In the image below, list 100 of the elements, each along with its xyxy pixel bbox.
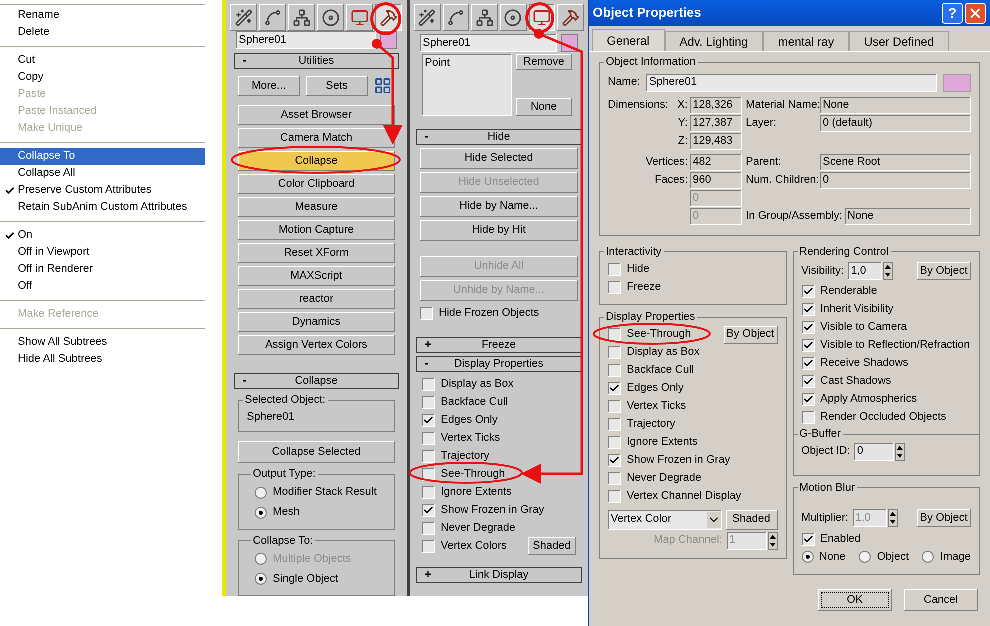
utility-button[interactable]: Assign Vertex Colors — [238, 335, 395, 355]
checkbox[interactable] — [608, 346, 621, 359]
checkbox[interactable] — [422, 468, 435, 480]
checkbox[interactable] — [422, 522, 435, 534]
rollout-header[interactable]: - Utilities — [234, 53, 399, 69]
checkbox[interactable] — [420, 306, 433, 320]
checkbox[interactable] — [608, 400, 621, 413]
help-button[interactable]: ? — [942, 2, 963, 24]
dialog-tab[interactable]: mental ray — [763, 31, 850, 51]
spinner-arrows-icon[interactable] — [883, 262, 894, 280]
dialog-tab[interactable]: General — [592, 29, 665, 51]
menu-item[interactable]: On — [0, 227, 205, 244]
checkbox[interactable] — [422, 450, 435, 462]
menu-item[interactable]: Collapse To — [0, 148, 205, 165]
spinner-field[interactable]: 0 — [854, 442, 894, 460]
menu-item[interactable]: Preserve Custom Attributes — [0, 182, 205, 199]
spinner-arrows-icon[interactable] — [888, 509, 898, 527]
color-swatch[interactable] — [943, 74, 971, 92]
checkbox[interactable] — [608, 472, 621, 485]
radio-button[interactable] — [255, 506, 267, 518]
checkbox[interactable] — [608, 280, 621, 294]
checkbox[interactable] — [422, 414, 435, 426]
menu-item[interactable]: Delete — [0, 24, 205, 41]
hide-button[interactable]: Hide Selected — [420, 148, 578, 169]
checkbox[interactable] — [422, 396, 435, 408]
checkbox[interactable] — [422, 378, 435, 390]
radio-button[interactable] — [802, 551, 814, 563]
shaded-button[interactable]: Shaded — [726, 510, 778, 530]
sets-button[interactable]: Sets — [306, 76, 368, 96]
utility-button[interactable]: Motion Capture — [238, 220, 395, 240]
none-button[interactable]: None — [516, 98, 572, 116]
menu-item[interactable]: Rename — [0, 7, 205, 24]
checkbox[interactable] — [608, 382, 621, 395]
list-box[interactable]: Point — [422, 54, 512, 116]
object-name-field[interactable]: Sphere01 — [236, 31, 376, 49]
rollout-header[interactable]: - Display Properties — [416, 356, 582, 372]
rollout-toggle[interactable]: - — [243, 372, 247, 390]
menu-item[interactable]: Retain SubAnim Custom Attributes — [0, 199, 205, 216]
checkbox[interactable] — [608, 418, 621, 431]
radio-button[interactable] — [859, 551, 872, 563]
checkbox[interactable] — [608, 364, 621, 377]
shaded-button[interactable]: Shaded — [528, 537, 576, 555]
vertex-color-dropdown[interactable]: Vertex Color — [608, 510, 722, 530]
menu-item[interactable]: Show All Subtrees — [0, 334, 205, 351]
utility-button[interactable]: MAXScript — [238, 266, 395, 286]
radio-button[interactable] — [255, 486, 267, 498]
hide-button[interactable]: Hide by Name... — [420, 196, 578, 217]
rollout-toggle[interactable]: - — [425, 128, 429, 146]
menu-item[interactable]: Hide All Subtrees — [0, 351, 205, 368]
checkbox[interactable] — [802, 410, 814, 424]
utility-button[interactable]: Measure — [238, 197, 395, 217]
more-button[interactable]: More... — [238, 76, 300, 96]
rollout-toggle[interactable]: - — [243, 52, 247, 70]
spinner-arrows-icon[interactable] — [768, 532, 778, 550]
menu-item[interactable]: Collapse All — [0, 165, 205, 182]
checkbox[interactable] — [608, 436, 621, 449]
rollout-toggle[interactable]: + — [425, 336, 432, 354]
utility-button[interactable]: Reset XForm — [238, 243, 395, 263]
hide-button[interactable]: Hide by Hit — [420, 220, 578, 241]
checkbox[interactable] — [608, 490, 621, 503]
rollout-header[interactable]: + Link Display — [416, 567, 582, 583]
utility-button[interactable]: Collapse — [238, 151, 395, 171]
dialog-tab[interactable]: Adv. Lighting — [664, 31, 764, 51]
spinner-field[interactable]: 1,0 — [848, 262, 882, 280]
checkbox[interactable] — [422, 540, 435, 552]
checkbox[interactable] — [422, 504, 435, 516]
ok-button[interactable]: OK — [818, 589, 892, 611]
checkbox[interactable] — [608, 262, 621, 276]
spinner-arrows-icon[interactable] — [895, 442, 906, 460]
by-object-button[interactable]: By Object — [917, 509, 971, 527]
checkbox[interactable] — [802, 302, 814, 316]
collapse-selected-button[interactable]: Collapse Selected — [238, 441, 395, 463]
checkbox[interactable] — [608, 328, 621, 341]
utility-button[interactable]: Camera Match — [238, 128, 395, 148]
close-button[interactable] — [965, 2, 986, 24]
remove-button[interactable]: Remove — [516, 54, 572, 70]
utility-button[interactable]: Dynamics — [238, 312, 395, 332]
by-object-button[interactable]: By Object — [724, 326, 778, 344]
rollout-toggle[interactable]: - — [425, 356, 429, 372]
menu-item[interactable]: Cut — [0, 52, 205, 69]
checkbox[interactable] — [802, 356, 814, 370]
checkbox[interactable] — [802, 320, 814, 334]
dialog-tab[interactable]: User Defined — [849, 31, 950, 51]
checkbox[interactable] — [422, 432, 435, 444]
menu-item[interactable]: Off — [0, 278, 205, 295]
menu-item[interactable]: Off in Renderer — [0, 261, 205, 278]
list-item[interactable]: Point — [425, 55, 509, 72]
utility-button[interactable]: Asset Browser — [238, 105, 395, 125]
utility-button[interactable]: reactor — [238, 289, 395, 309]
checkbox[interactable] — [802, 284, 814, 298]
cancel-button[interactable]: Cancel — [904, 589, 978, 611]
rollout-header[interactable]: + Freeze — [416, 337, 582, 353]
checkbox[interactable] — [802, 374, 814, 388]
checkbox[interactable] — [608, 454, 621, 467]
object-name-field[interactable]: Sphere01 — [420, 34, 558, 52]
name-field[interactable]: Sphere01 — [646, 74, 937, 92]
utility-button[interactable]: Color Clipboard — [238, 174, 395, 194]
checkbox[interactable] — [802, 338, 814, 352]
rollout-toggle[interactable]: + — [425, 566, 432, 584]
checkbox[interactable] — [802, 392, 814, 406]
